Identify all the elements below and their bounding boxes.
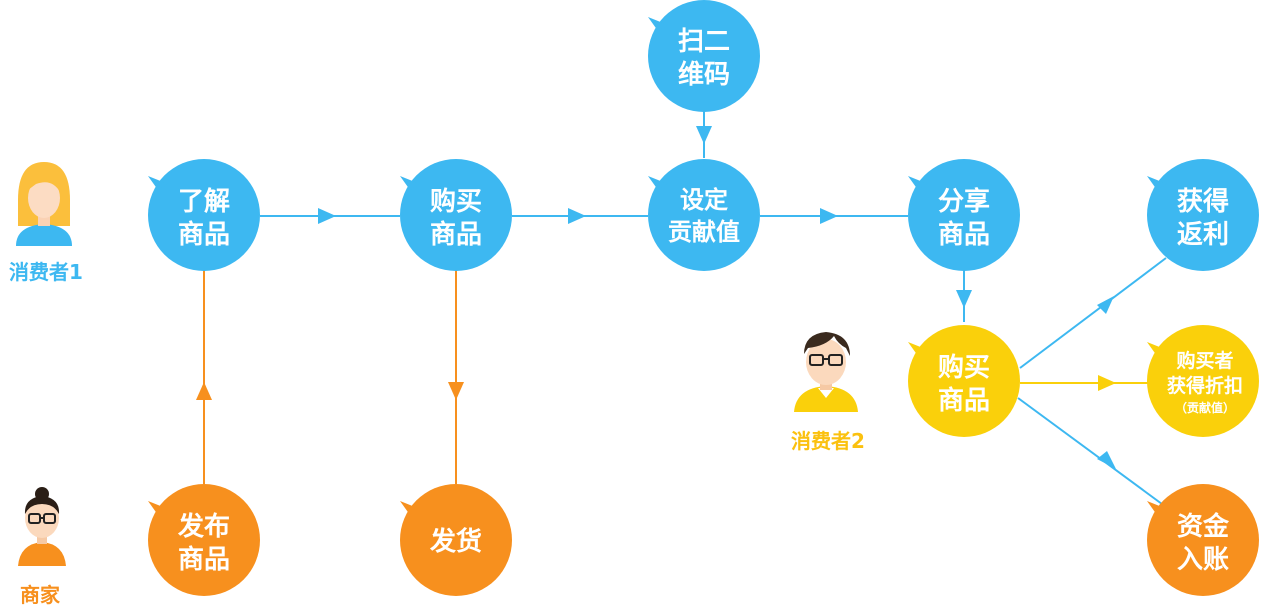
node-set-contribution-circle [648,159,760,271]
consumer2-label: 消费者2 [791,429,865,453]
node-funds-received-line2: 入账 [1177,545,1229,575]
node-buyer-discount-line1: 购买者 [1176,349,1233,372]
node-buy-product-line2: 商品 [430,219,482,250]
edge-share-to-buy2-arrow [956,290,972,308]
node-publish-product-line1: 发布 [177,511,230,542]
node-buy-product: 购买 商品 [400,159,512,271]
node-scan-qr: 扫二 维码 [648,0,760,112]
edge-buy2-to-funds-arrow [1097,451,1116,469]
merchant-label: 商家 [20,583,61,607]
edge-buy-to-ship-arrow [448,382,464,400]
edge-buy2-to-rebate-arrow [1097,296,1114,314]
node-publish-product-line2: 商品 [178,544,230,575]
node-publish-product: 发布 商品 [148,484,260,596]
node-buyer-discount-line3: （贡献值） [1175,400,1235,415]
consumer2-avatar-icon [794,332,858,412]
node-get-rebate: 获得 返利 [1147,159,1259,271]
node-buy-product-line1: 购买 [430,187,482,217]
edge-buy2-to-funds [1017,397,1167,508]
edge-scan-to-set-arrow [696,126,712,144]
edge-buy-to-set-arrow [568,208,586,224]
consumer1-avatar-icon [16,162,72,246]
node-learn-product: 了解 商品 [148,159,260,271]
consumer1-label: 消费者1 [9,260,83,284]
node-get-rebate-line1: 获得 [1177,187,1229,217]
flow-diagram: 了解 商品 购买 商品 设定 贡献值 扫二 维码 分享 商品 获得 返利 购买 … [9,0,1259,607]
node-buy-product-2-line1: 购买 [938,353,990,383]
node-buyer-discount-line2: 获得折扣 [1167,374,1243,397]
node-scan-qr-line2: 维码 [678,59,730,90]
node-funds-received: 资金 入账 [1147,484,1259,596]
node-share-product: 分享 商品 [908,159,1020,271]
node-scan-qr-line1: 扫二 [678,27,730,57]
node-ship-line1: 发货 [429,526,482,557]
node-ship: 发货 [400,484,512,596]
node-share-product-line2: 商品 [938,219,990,250]
edge-set-to-share-arrow [820,208,838,224]
node-buyer-discount: 购买者 获得折扣 （贡献值） [1147,325,1259,437]
node-buy-product-2: 购买 商品 [908,325,1020,437]
merchant-avatar-icon [18,487,66,566]
node-get-rebate-line2: 返利 [1177,220,1229,250]
node-set-contribution-line2: 贡献值 [668,218,740,246]
node-funds-received-line1: 资金 [1177,511,1230,542]
edge-buy2-to-discount-arrow [1098,375,1116,391]
node-set-contribution: 设定 贡献值 [648,159,760,271]
node-set-contribution-line1: 设定 [680,186,728,214]
node-learn-product-line2: 商品 [178,219,230,250]
edge-learn-to-buy-arrow [318,208,336,224]
edge-buy2-to-rebate [1019,257,1167,369]
node-learn-product-line1: 了解 [178,187,230,217]
edge-publish-to-learn-arrow [196,382,212,400]
node-share-product-line1: 分享 [938,186,990,217]
node-buy-product-2-line2: 商品 [938,385,990,416]
